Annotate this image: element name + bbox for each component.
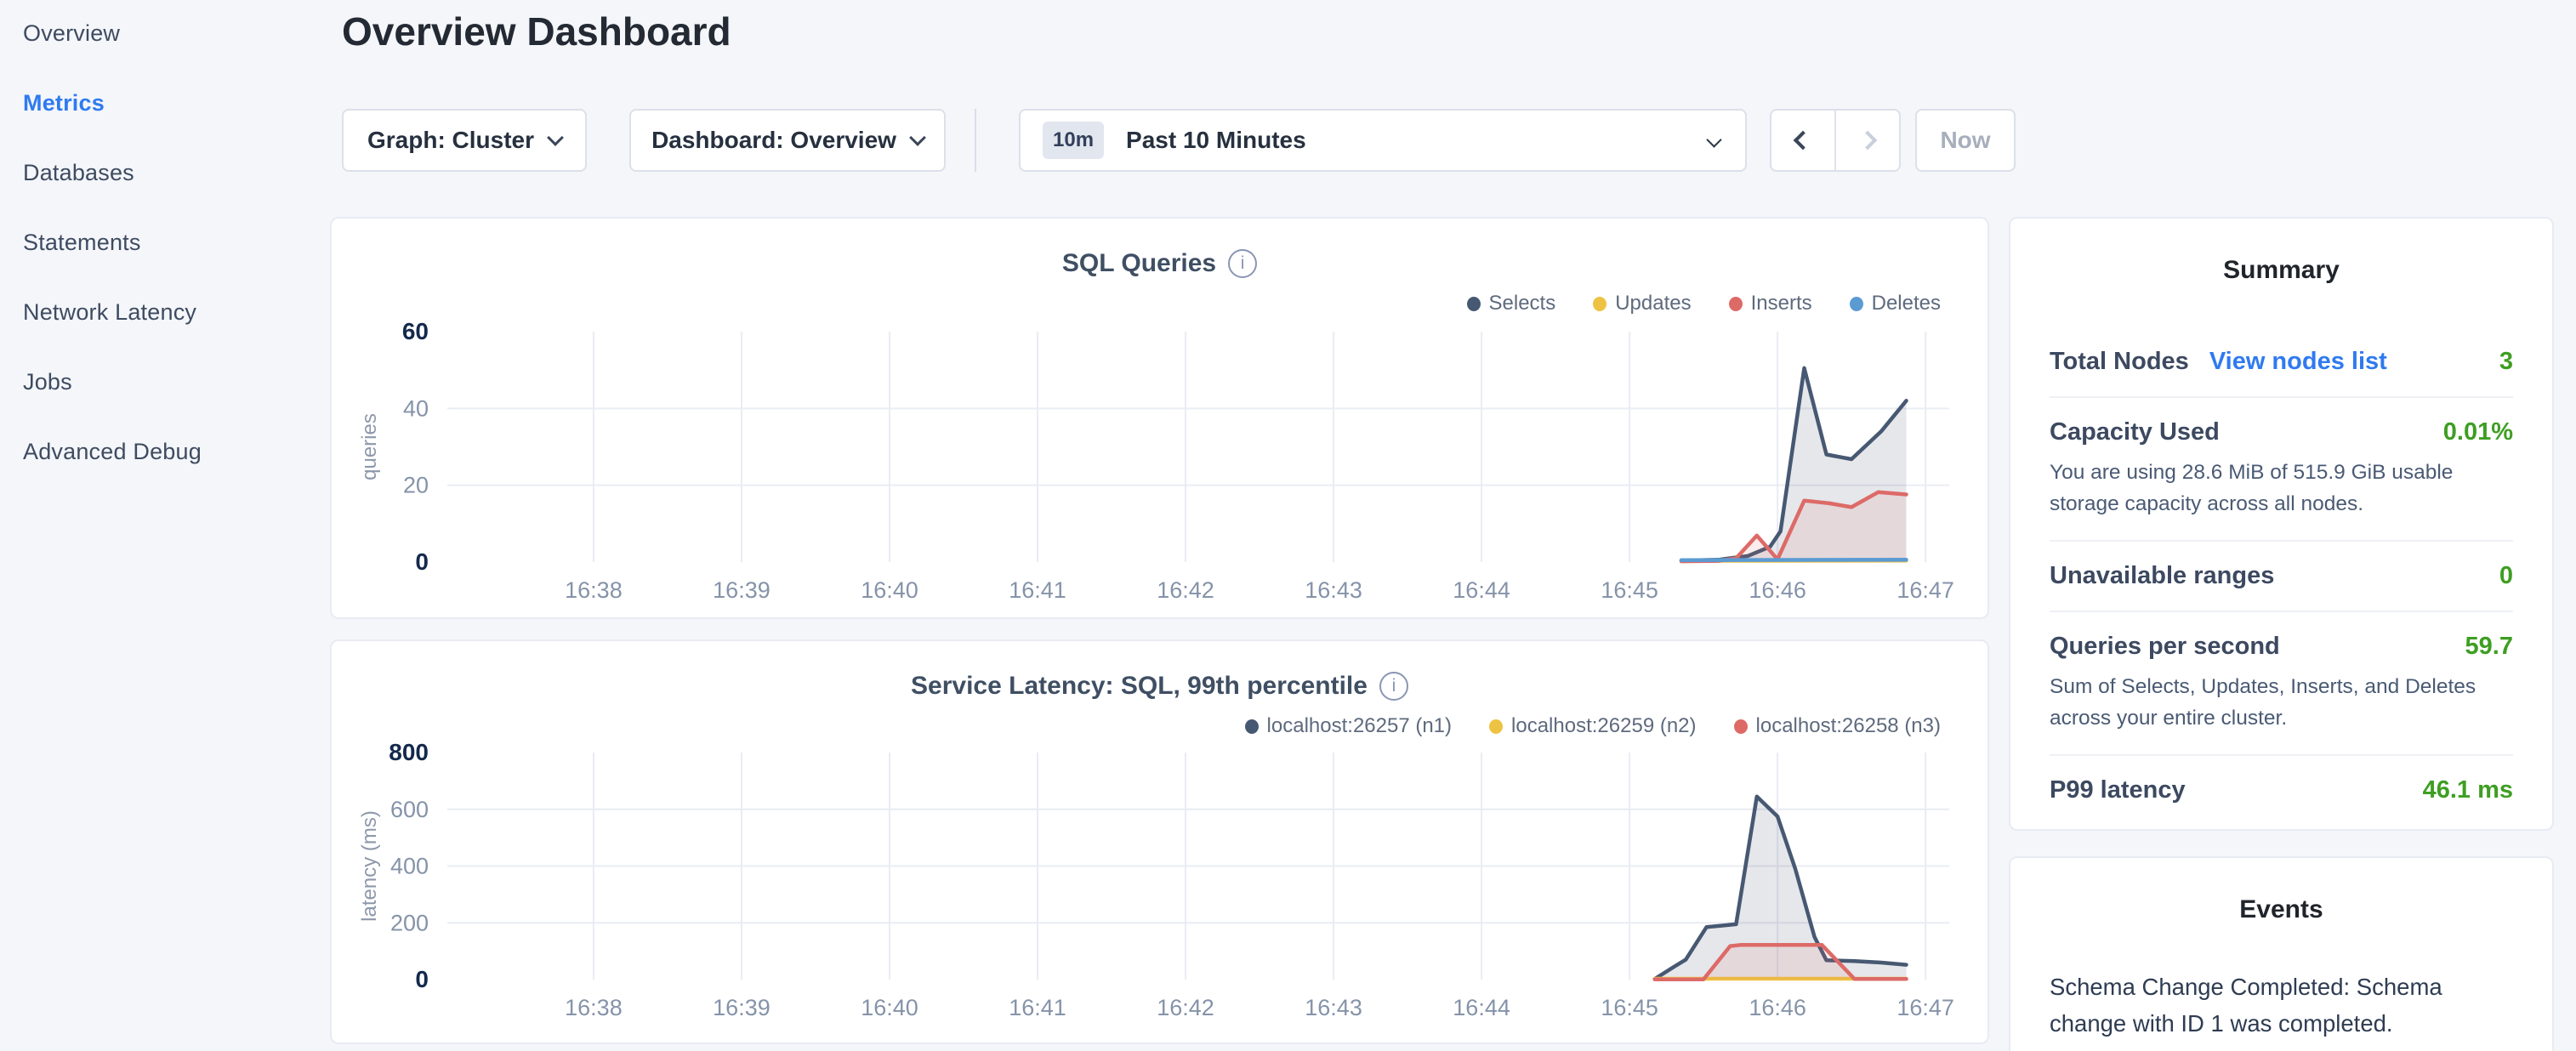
service-latency-chart[interactable]: 16:38 16:39 16:40 16:41 16:42 16:43 16:44 16:45… — [332, 641, 1991, 1046]
x-tick-label: 16:41 — [1009, 995, 1066, 1020]
x-tick-label: 16:38 — [565, 995, 623, 1020]
x-tick-label: 16:45 — [1601, 995, 1658, 1020]
x-tick-label: 16:39 — [713, 577, 771, 603]
summary-rows: Total Nodes View nodes list 3 Capacity U… — [2050, 327, 2513, 825]
x-tick-label: 16:47 — [1896, 995, 1954, 1020]
y-tick-label: 0 — [415, 966, 429, 992]
x-tick-label: 16:38 — [565, 577, 623, 603]
time-range-badge: 10m — [1043, 122, 1104, 159]
x-tick-label: 16:47 — [1896, 577, 1954, 603]
y-tick-label: 200 — [390, 910, 429, 935]
service-latency-chart-card: Service Latency: SQL, 99th percentile i … — [330, 639, 1989, 1044]
sql-queries-chart[interactable]: 16:38 16:39 16:40 16:41 16:42 16:43 16:44 16:45… — [332, 219, 1991, 621]
chevron-left-icon — [1794, 131, 1813, 151]
capacity-used-value: 0.01% — [2443, 418, 2513, 446]
y-tick-label: 400 — [390, 854, 429, 879]
sidebar-item-statements[interactable]: Statements — [23, 230, 340, 256]
x-tick-label: 16:39 — [713, 995, 771, 1020]
sidebar-item-metrics[interactable]: Metrics — [23, 90, 340, 116]
y-axis-label: queries — [358, 413, 381, 480]
unavailable-ranges-label: Unavailable ranges — [2050, 562, 2274, 590]
sidebar: Overview Metrics Databases Statements Ne… — [0, 0, 340, 1051]
x-tick-label: 16:46 — [1749, 577, 1806, 603]
sql-queries-chart-card: SQL Queries i SelectsUpdatesInsertsDelet… — [330, 217, 1989, 619]
sidebar-item-jobs[interactable]: Jobs — [23, 369, 340, 395]
y-tick-label: 600 — [390, 797, 429, 822]
time-step-control — [1770, 109, 1901, 172]
queries-per-second-subtext: Sum of Selects, Updates, Inserts, and De… — [2050, 671, 2513, 734]
y-tick-label: 60 — [402, 318, 429, 344]
x-tick-label: 16:44 — [1453, 995, 1510, 1020]
page-title: Overview Dashboard — [342, 9, 731, 54]
chevron-right-icon — [1858, 131, 1878, 151]
sidebar-item-databases[interactable]: Databases — [23, 160, 340, 186]
admin-ui-page: Overview Metrics Databases Statements Ne… — [0, 0, 2576, 1051]
summary-row-total-nodes: Total Nodes View nodes list 3 — [2050, 327, 2513, 398]
next-range-button[interactable] — [1836, 111, 1899, 170]
y-axis-label: latency (ms) — [358, 810, 381, 922]
total-nodes-value: 3 — [2499, 348, 2513, 376]
event-item-text[interactable]: Schema Change Completed: Schema change w… — [2050, 969, 2513, 1042]
dashboard-dropdown-label: Dashboard: Overview — [651, 127, 896, 154]
time-range-label: Past 10 Minutes — [1126, 127, 1306, 154]
queries-per-second-value: 59.7 — [2465, 633, 2513, 661]
x-tick-label: 16:42 — [1157, 995, 1214, 1020]
queries-per-second-label: Queries per second — [2050, 633, 2280, 661]
x-tick-label: 16:40 — [861, 577, 918, 603]
summary-heading: Summary — [2050, 256, 2513, 285]
x-tick-label: 16:43 — [1305, 995, 1362, 1020]
now-button[interactable]: Now — [1915, 109, 2016, 172]
x-tick-label: 16:40 — [861, 995, 918, 1020]
time-range-selector[interactable]: 10m Past 10 Minutes — [1019, 109, 1747, 172]
sidebar-item-network-latency[interactable]: Network Latency — [23, 299, 340, 326]
total-nodes-label: Total Nodes — [2050, 348, 2189, 376]
summary-row-capacity-used: Capacity Used 0.01% You are using 28.6 M… — [2050, 398, 2513, 542]
prev-range-button[interactable] — [1771, 111, 1834, 170]
chevron-down-icon — [909, 129, 926, 146]
dashboard-dropdown[interactable]: Dashboard: Overview — [629, 109, 946, 172]
x-tick-label: 16:43 — [1305, 577, 1362, 603]
toolbar-divider — [975, 109, 976, 172]
p99-latency-label: P99 latency — [2050, 776, 2186, 804]
sidebar-item-advanced-debug[interactable]: Advanced Debug — [23, 439, 340, 465]
chevron-down-icon — [1706, 132, 1721, 147]
sidebar-item-overview[interactable]: Overview — [23, 20, 340, 47]
capacity-used-label: Capacity Used — [2050, 418, 2220, 446]
x-tick-label: 16:45 — [1601, 577, 1658, 603]
y-tick-label: 0 — [415, 548, 429, 575]
events-heading: Events — [2050, 895, 2513, 924]
chevron-down-icon — [547, 129, 564, 146]
x-tick-label: 16:46 — [1749, 995, 1806, 1020]
y-tick-label: 800 — [389, 739, 429, 765]
p99-latency-value: 46.1 ms — [2423, 776, 2513, 804]
summary-row-unavailable-ranges: Unavailable ranges 0 — [2050, 542, 2513, 612]
summary-panel: Summary Total Nodes View nodes list 3 Ca… — [2009, 217, 2554, 831]
x-tick-label: 16:42 — [1157, 577, 1214, 603]
y-tick-label: 20 — [403, 473, 429, 498]
summary-row-queries-per-second: Queries per second 59.7 Sum of Selects, … — [2050, 612, 2513, 756]
graph-node-dropdown[interactable]: Graph: Cluster — [342, 109, 587, 172]
y-tick-label: 40 — [403, 395, 429, 421]
x-tick-label: 16:41 — [1009, 577, 1066, 603]
capacity-used-subtext: You are using 28.6 MiB of 515.9 GiB usab… — [2050, 457, 2513, 520]
view-nodes-list-link[interactable]: View nodes list — [2209, 348, 2387, 376]
graph-dropdown-label: Graph: Cluster — [367, 127, 534, 154]
unavailable-ranges-value: 0 — [2499, 562, 2513, 590]
events-panel: Events Schema Change Completed: Schema c… — [2009, 856, 2554, 1051]
x-tick-label: 16:44 — [1453, 577, 1510, 603]
summary-row-p99-latency: P99 latency 46.1 ms — [2050, 756, 2513, 825]
